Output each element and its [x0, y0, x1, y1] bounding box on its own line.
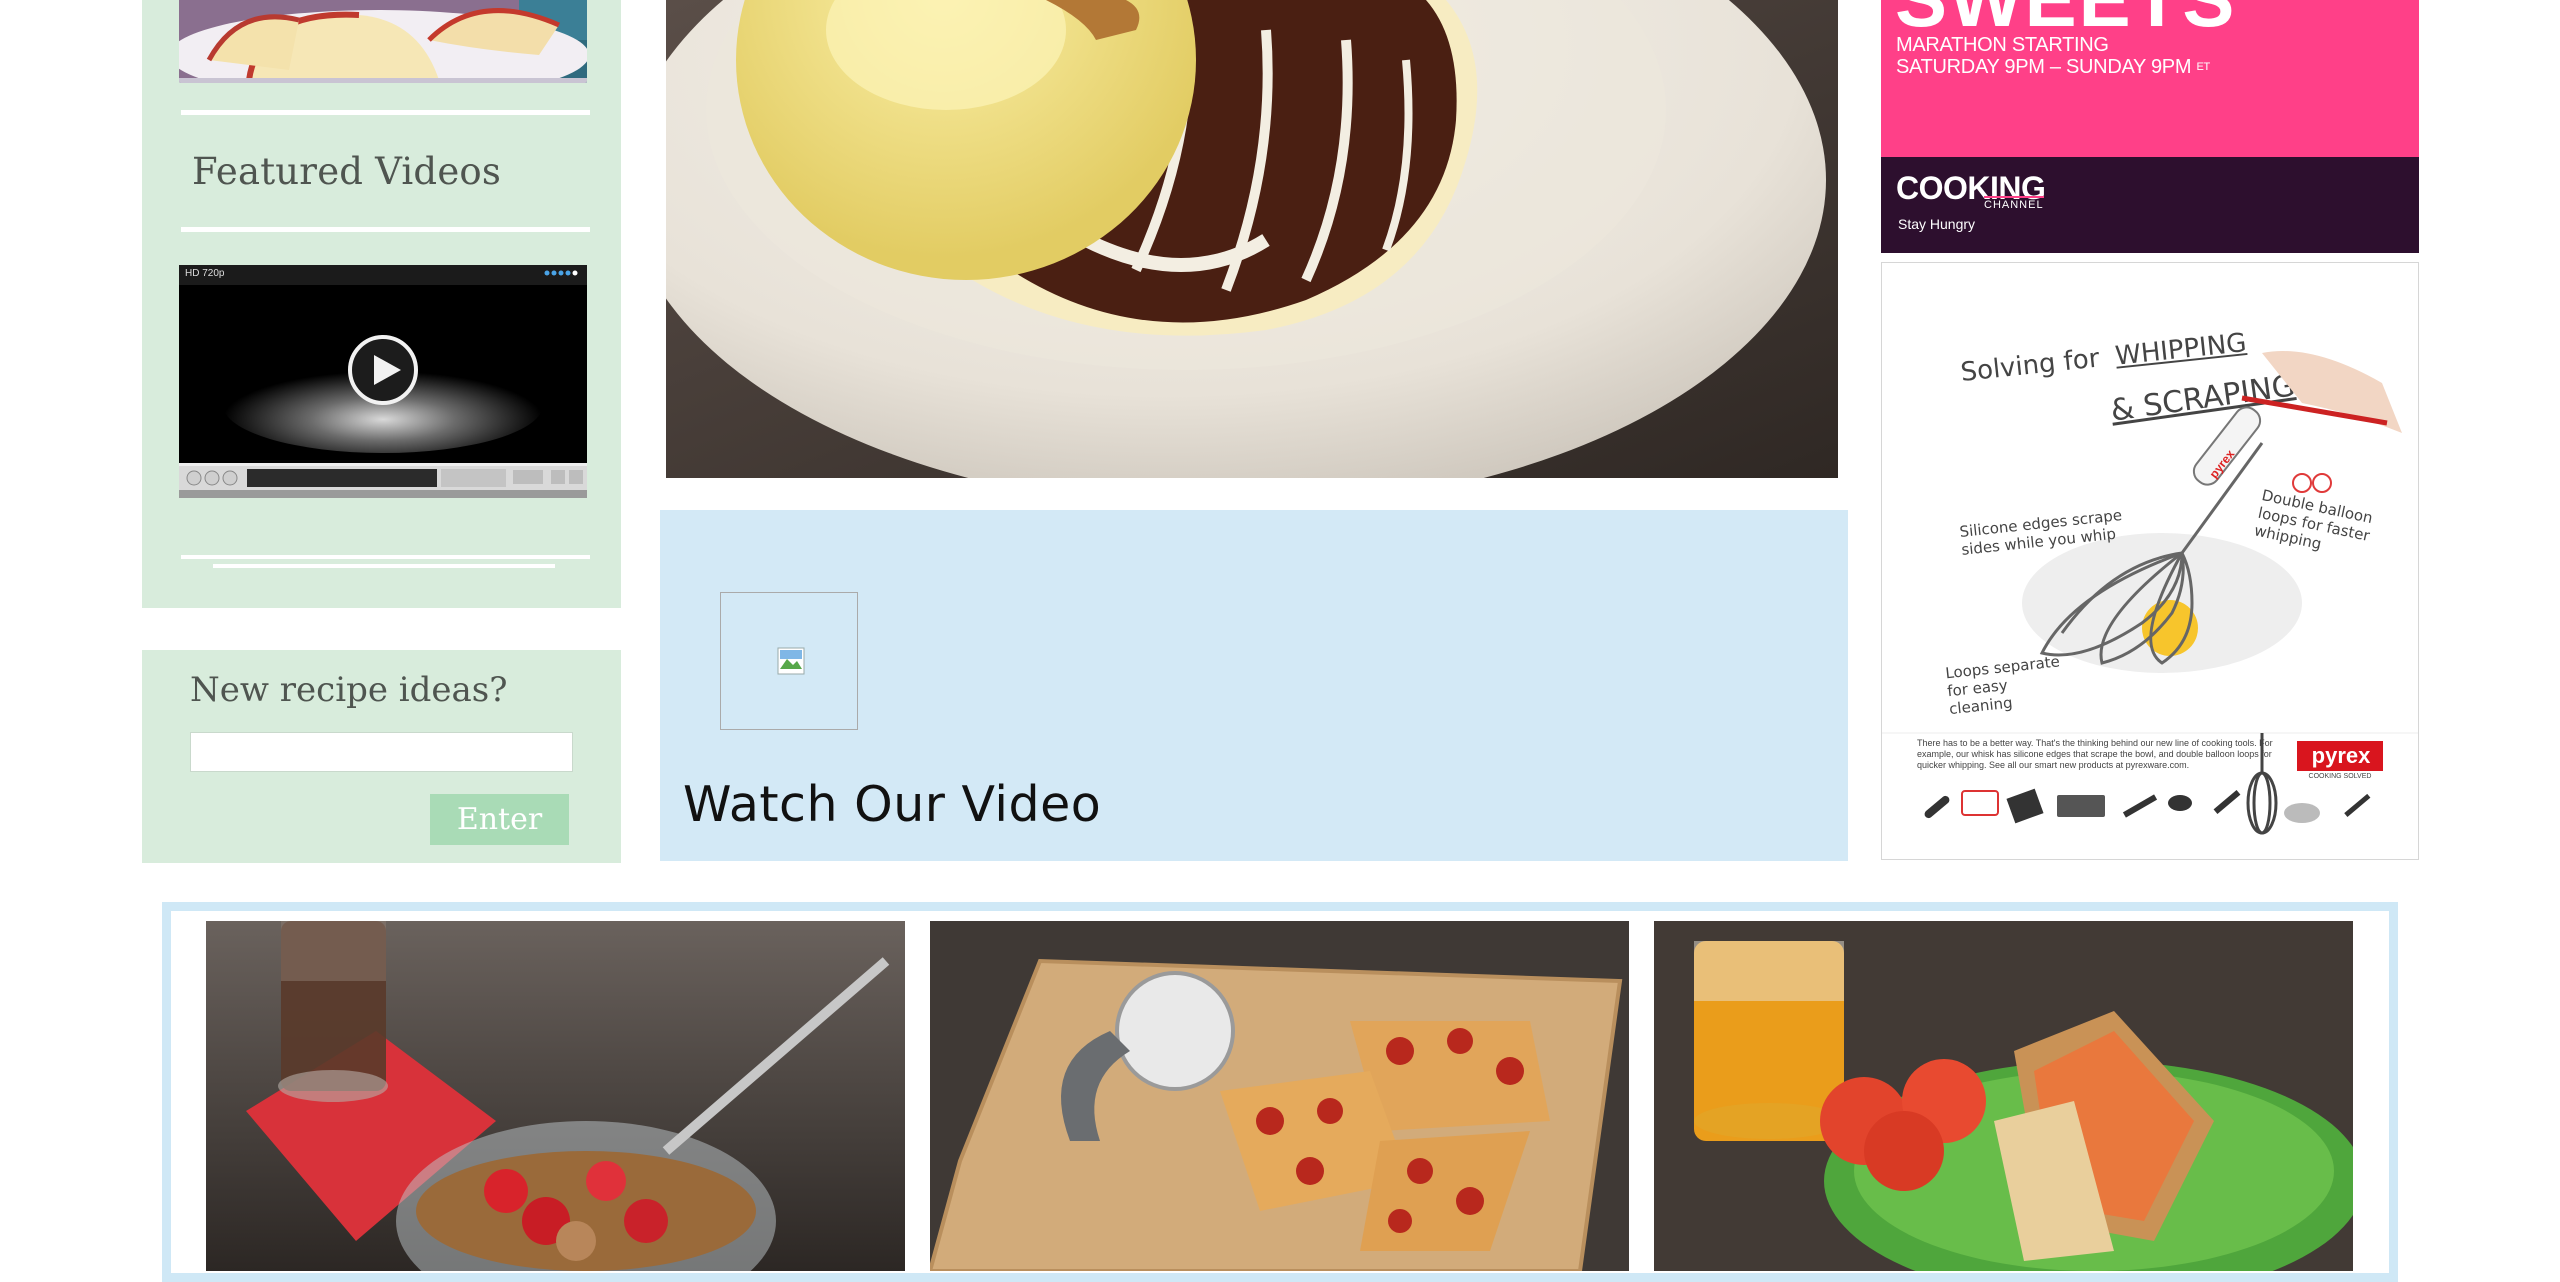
pyrex-logo-sub: COOKING SOLVED: [2308, 773, 2372, 780]
recipe-photo-pizza[interactable]: [930, 921, 1629, 1271]
recipe-photo-sandwich[interactable]: [1654, 921, 2353, 1271]
pyrex-body-text: There has to be a better way. That's the…: [1917, 738, 2273, 770]
divider: [181, 110, 590, 115]
newsletter-email-field[interactable]: [190, 732, 573, 772]
hero-dessert-image[interactable]: [666, 0, 1838, 478]
apple-image[interactable]: [179, 0, 587, 83]
ad-tagline: Stay Hungry: [1898, 216, 1976, 232]
pyrex-ad[interactable]: Solving for WHIPPING & SCRAPING Silicone…: [1881, 262, 2419, 860]
recipe-photo-cereal[interactable]: [206, 921, 905, 1271]
cooking-channel-logo-sub: CHANNEL: [1984, 196, 2044, 211]
ad-schedule-line2: SATURDAY 9PM – SUNDAY 9PM ET: [1896, 56, 2210, 78]
divider: [181, 555, 590, 559]
featured-videos-title: Featured Videos: [192, 150, 502, 193]
watch-video-title[interactable]: Watch Our Video: [683, 776, 1101, 833]
divider: [181, 227, 590, 232]
enter-button[interactable]: Enter: [430, 794, 569, 845]
ad-schedule-line1: MARATHON STARTING: [1896, 34, 2109, 56]
ad-schedule: MARATHON STARTING SATURDAY 9PM – SUNDAY …: [1896, 34, 2210, 78]
newsletter-title: New recipe ideas?: [190, 670, 508, 710]
video-player-thumbnail[interactable]: HD 720p: [179, 265, 587, 498]
divider: [213, 564, 555, 568]
cooking-channel-ad[interactable]: SWEETS MARATHON STARTING SATURDAY 9PM – …: [1881, 0, 2419, 253]
pyrex-logo: pyrex: [2311, 743, 2371, 768]
quality-badge: HD 720p: [185, 268, 225, 279]
video-thumbnail-broken-image[interactable]: [720, 592, 858, 730]
